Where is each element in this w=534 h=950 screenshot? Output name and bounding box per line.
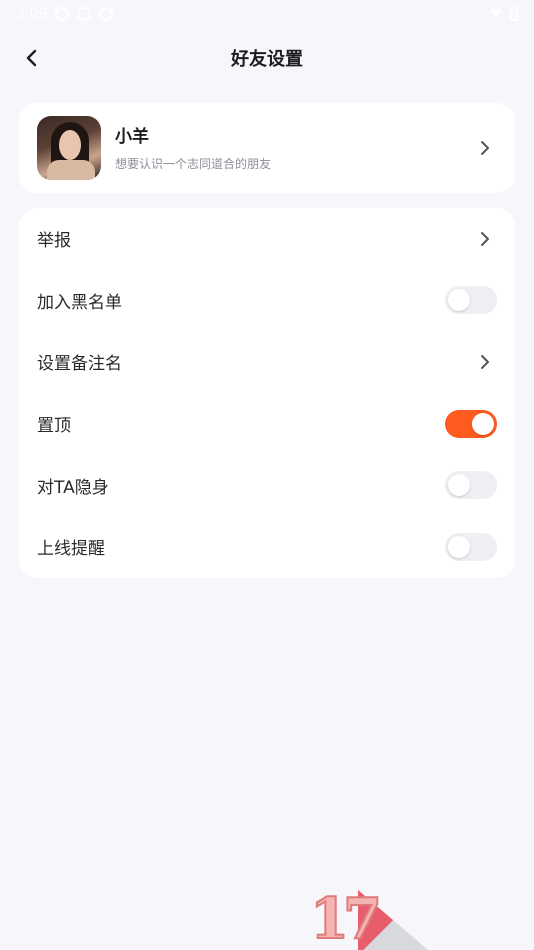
invisible-toggle[interactable] <box>445 471 497 500</box>
chevron-right-icon <box>473 227 497 251</box>
row-label: 上线提醒 <box>37 539 105 560</box>
status-right <box>490 7 518 21</box>
toggle-knob <box>448 535 470 558</box>
chevron-right-icon <box>473 136 497 160</box>
report-row[interactable]: 举报 <box>19 208 515 270</box>
online-alert-row: 上线提醒 <box>19 516 515 578</box>
status-time: 2:09 <box>16 6 48 22</box>
status-left: 2:09 <box>16 6 114 22</box>
toggle-knob <box>472 412 494 435</box>
blacklist-row: 加入黑名单 <box>19 270 515 332</box>
wifi-icon <box>490 9 502 19</box>
avatar <box>37 116 101 180</box>
notification-icon <box>55 7 70 21</box>
notification-icon <box>77 7 92 21</box>
online-alert-toggle[interactable] <box>445 532 497 561</box>
pin-top-toggle[interactable] <box>445 409 497 438</box>
friend-signature: 想要认识一个志同道合的朋友 <box>115 156 272 171</box>
toggle-knob <box>448 474 470 497</box>
friend-name: 小羊 <box>115 126 149 147</box>
notification-icon <box>99 7 114 21</box>
chevron-right-icon <box>473 350 497 374</box>
blacklist-toggle[interactable] <box>445 286 497 315</box>
watermark-text: 17 <box>310 886 383 950</box>
row-label: 对TA隐身 <box>37 477 109 498</box>
row-label: 加入黑名单 <box>37 292 122 313</box>
settings-list: 举报 加入黑名单 设置备注名 置顶 对TA隐身 上线提醒 <box>19 208 515 578</box>
avatar-body <box>47 160 95 180</box>
back-button[interactable] <box>16 42 48 74</box>
row-label: 设置备注名 <box>37 354 122 375</box>
friend-profile-card[interactable]: 小羊 想要认识一个志同道合的朋友 <box>19 103 515 193</box>
remark-name-row[interactable]: 设置备注名 <box>19 331 515 393</box>
row-label: 置顶 <box>37 416 71 437</box>
status-bar: 2:09 <box>0 0 534 28</box>
invisible-row: 对TA隐身 <box>19 454 515 516</box>
toggle-knob <box>448 289 470 312</box>
profile-info: 小羊 想要认识一个志同道合的朋友 <box>115 125 473 172</box>
top-nav-bar: 好友设置 <box>0 34 534 82</box>
avatar-face <box>59 130 81 160</box>
row-label: 举报 <box>37 231 71 252</box>
pin-top-row: 置顶 <box>19 393 515 455</box>
chevron-left-icon <box>26 49 37 67</box>
watermark-logo: 17 <box>310 886 430 950</box>
page-title: 好友设置 <box>231 49 303 70</box>
battery-icon <box>510 7 518 21</box>
